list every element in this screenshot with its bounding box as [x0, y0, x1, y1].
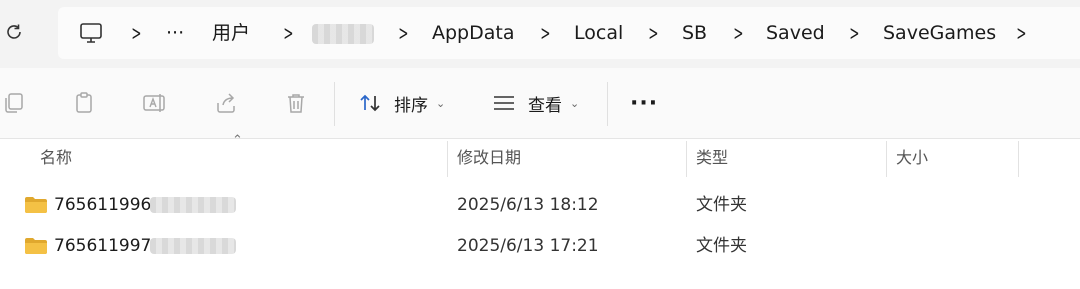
redacted-name-suffix — [150, 197, 236, 213]
redacted-username — [312, 24, 374, 44]
chevron-down-icon: ⌄ — [570, 96, 580, 110]
command-bar: 排序 ⌄ 查看 ⌄ ··· — [0, 68, 1080, 139]
breadcrumb-ellipsis[interactable]: ··· — [166, 20, 184, 46]
column-header-name[interactable]: 名称 — [40, 139, 72, 179]
refresh-icon[interactable] — [2, 20, 26, 44]
column-header-size[interactable]: 大小 — [896, 139, 928, 179]
folder-icon — [25, 238, 47, 254]
copy-icon[interactable] — [2, 91, 26, 115]
column-header-row: ⌃ 名称 修改日期 类型 大小 — [0, 133, 1080, 179]
toolbar-divider — [334, 82, 335, 126]
table-row[interactable]: 765611997 2025/6/13 17:21 文件夹 — [0, 226, 1080, 266]
sort-label: 排序 — [394, 95, 428, 116]
toolbar-divider — [607, 82, 608, 126]
chevron-right-icon: > — [540, 21, 551, 45]
chevron-right-icon: > — [849, 21, 860, 45]
chevron-right-icon: > — [733, 21, 744, 45]
sort-arrows-icon — [360, 94, 380, 112]
file-name: 765611996 — [54, 195, 152, 215]
breadcrumb-users[interactable]: 用户 — [212, 20, 250, 46]
file-date: 2025/6/13 17:21 — [457, 236, 599, 256]
file-type: 文件夹 — [696, 195, 747, 215]
breadcrumb-appdata[interactable]: AppData — [432, 20, 515, 46]
view-button[interactable]: 查看 ⌄ — [492, 88, 579, 118]
chevron-right-icon: > — [283, 21, 294, 45]
sort-ascending-icon: ⌃ — [232, 133, 243, 148]
chevron-down-icon: ⌄ — [436, 96, 446, 110]
share-icon[interactable] — [214, 91, 238, 115]
breadcrumb-savegames[interactable]: SaveGames — [883, 20, 996, 46]
file-date: 2025/6/13 18:12 — [457, 195, 599, 215]
address-row: > ··· 用户 > > AppData > Local > SB > Save… — [0, 0, 1080, 68]
breadcrumb-saved[interactable]: Saved — [766, 20, 825, 46]
column-divider[interactable] — [686, 141, 687, 177]
column-divider[interactable] — [447, 141, 448, 177]
column-divider[interactable] — [886, 141, 887, 177]
table-row[interactable]: 765611996 2025/6/13 18:12 文件夹 — [0, 185, 1080, 225]
column-header-date[interactable]: 修改日期 — [457, 139, 521, 179]
chevron-right-icon: > — [398, 21, 409, 45]
column-divider[interactable] — [1018, 141, 1019, 177]
chevron-right-icon[interactable]: > — [1016, 20, 1026, 46]
folder-icon — [25, 197, 47, 213]
chevron-right-icon: > — [648, 21, 659, 45]
view-label: 查看 — [528, 95, 562, 116]
breadcrumb-sb[interactable]: SB — [682, 20, 707, 46]
delete-icon[interactable] — [284, 91, 308, 115]
rename-icon[interactable] — [142, 91, 166, 115]
file-name: 765611997 — [54, 236, 152, 256]
file-type: 文件夹 — [696, 236, 747, 256]
computer-icon[interactable] — [78, 20, 104, 46]
column-header-type[interactable]: 类型 — [696, 139, 728, 179]
more-options-button[interactable]: ··· — [630, 88, 658, 118]
chevron-right-icon: > — [131, 21, 142, 45]
redacted-name-suffix — [150, 238, 236, 254]
paste-icon[interactable] — [72, 91, 96, 115]
sort-button[interactable]: 排序 ⌄ — [358, 88, 445, 118]
breadcrumb-local[interactable]: Local — [574, 20, 623, 46]
view-list-icon — [494, 96, 514, 110]
